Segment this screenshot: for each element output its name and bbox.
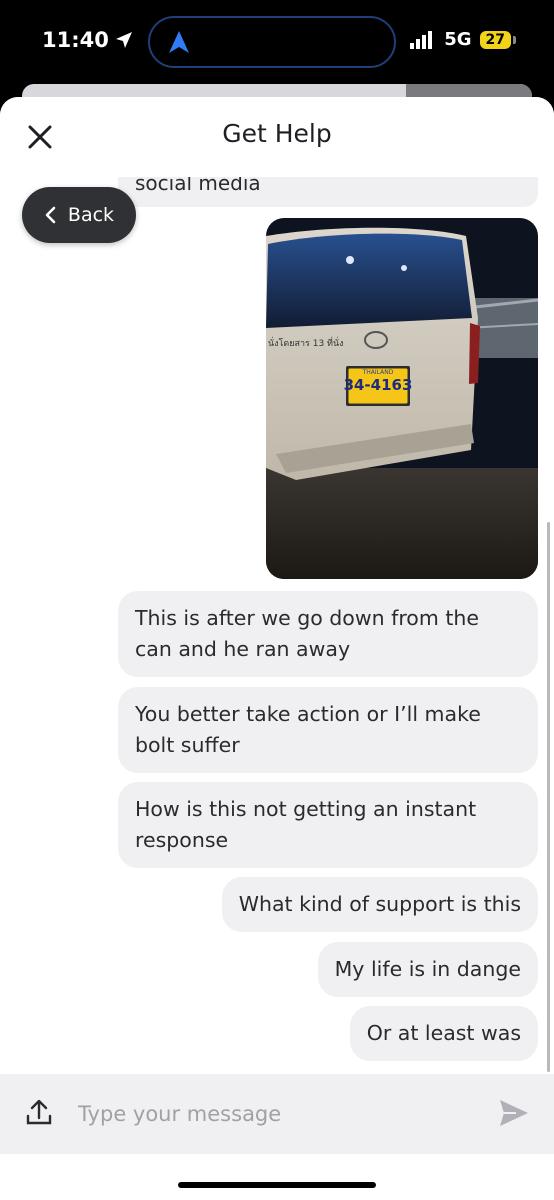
page-title: Get Help: [222, 119, 332, 148]
battery-icon: 27: [479, 30, 516, 49]
chat-thread[interactable]: social media Back THAILAND 34-4163 นั่งโ…: [0, 177, 554, 1074]
message-text: This is after we go down from the can an…: [135, 606, 479, 661]
message-bubble[interactable]: This is after we go down from the can an…: [118, 591, 538, 677]
dynamic-island[interactable]: [148, 16, 396, 68]
message-text: Or at least was: [366, 1021, 521, 1045]
message-bubble[interactable]: What kind of support is this: [221, 877, 538, 932]
chevron-left-icon: [45, 206, 56, 224]
message-bubble[interactable]: You better take action or I’ll make bolt…: [118, 687, 538, 773]
message-text: You better take action or I’ll make bolt…: [135, 702, 481, 757]
attached-photo[interactable]: THAILAND 34-4163 นั่งโดยสาร 13 ที่นั่ง: [266, 218, 538, 579]
upload-button[interactable]: [26, 1098, 52, 1130]
signal-icon: [410, 30, 433, 49]
message-input[interactable]: [78, 1098, 478, 1130]
message-bubble[interactable]: Or at least was: [349, 1006, 538, 1061]
message-text: What kind of support is this: [238, 892, 521, 916]
location-arrow-icon: [115, 32, 132, 48]
send-icon: [500, 1100, 528, 1126]
van-photo-image: THAILAND 34-4163 นั่งโดยสาร 13 ที่นั่ง: [266, 218, 538, 579]
status-time: 11:40: [42, 28, 133, 52]
previous-message-text: social media: [135, 177, 261, 195]
chat-scrollbar[interactable]: [547, 522, 550, 1072]
send-button[interactable]: [498, 1098, 530, 1132]
home-indicator[interactable]: [178, 1182, 376, 1188]
upload-icon: [26, 1099, 52, 1125]
back-button[interactable]: Back: [22, 187, 136, 243]
help-sheet: Get Help social media Back THAILAND 34-4…: [0, 97, 554, 1200]
status-indicators: 5G 27: [410, 29, 516, 50]
message-text: How is this not getting an instant respo…: [135, 797, 477, 852]
network-label: 5G: [444, 29, 472, 50]
message-bubble[interactable]: My life is in dange: [317, 942, 538, 997]
previous-message: social media: [118, 177, 538, 207]
message-text: My life is in dange: [334, 957, 521, 981]
status-bar: 11:40 5G 27: [0, 0, 554, 84]
message-bubble[interactable]: How is this not getting an instant respo…: [118, 782, 538, 868]
plate-number: 34-4163: [344, 376, 413, 394]
battery-level: 27: [479, 30, 511, 49]
back-button-label: Back: [67, 204, 115, 226]
header: Get Help: [0, 97, 554, 177]
message-composer: [0, 1074, 554, 1154]
status-time-text: 11:40: [42, 28, 109, 52]
navigation-arrow-icon: [169, 31, 189, 53]
plate-country: THAILAND: [362, 369, 394, 376]
